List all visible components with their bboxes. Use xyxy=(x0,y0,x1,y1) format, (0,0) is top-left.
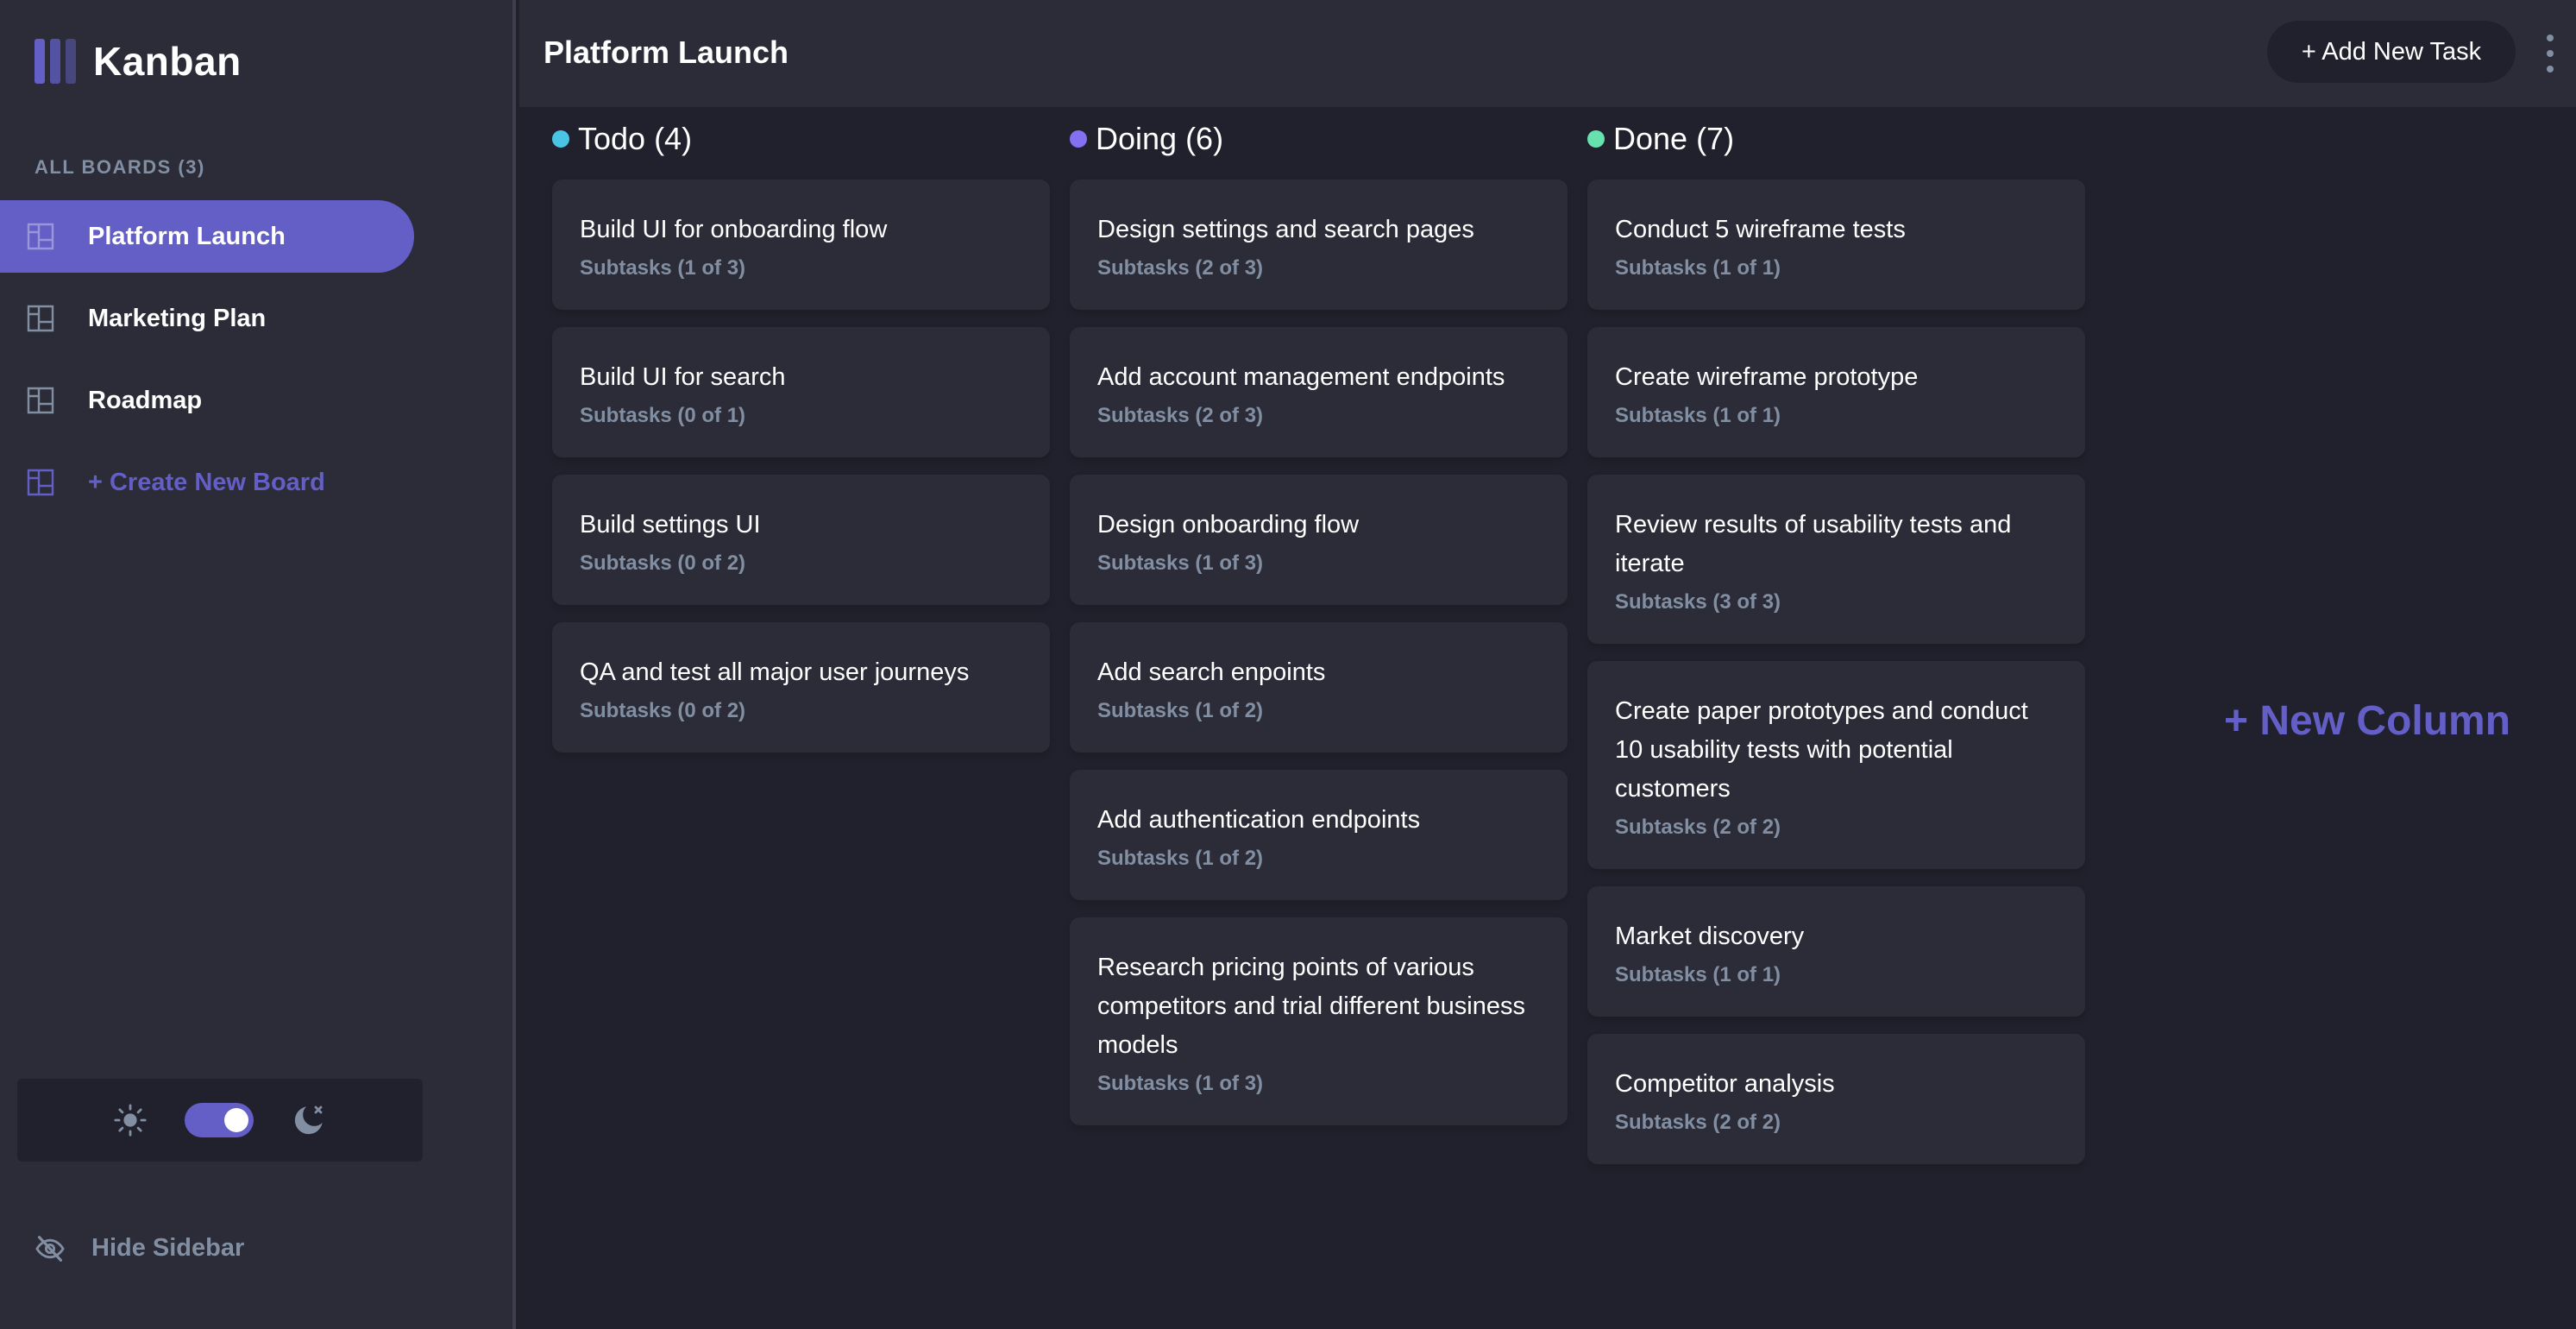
task-subtasks: Subtasks (1 of 1) xyxy=(1615,404,1781,427)
task-title: Add account management endpoints xyxy=(1097,363,1505,391)
task-title: QA and test all major user journeys xyxy=(580,658,970,686)
kanban-app: Kanban ALL BOARDS (3) Platform Launch Ma… xyxy=(0,0,2576,1329)
task-list: Conduct 5 wireframe tests Subtasks (1 of … xyxy=(1587,180,2085,1164)
task-subtasks: Subtasks (3 of 3) xyxy=(1615,590,1781,614)
board-icon xyxy=(27,387,54,414)
sun-icon xyxy=(114,1104,147,1137)
theme-toggle-panel xyxy=(17,1079,423,1162)
task-subtasks: Subtasks (2 of 2) xyxy=(1615,816,1781,839)
hide-sidebar-button[interactable]: Hide Sidebar xyxy=(35,1234,244,1263)
column-title: Todo (4) xyxy=(578,121,693,156)
task-subtasks: Subtasks (0 of 2) xyxy=(580,699,746,722)
sidebar-item-marketing-plan[interactable]: Marketing Plan xyxy=(0,282,414,355)
create-new-board-label: + Create New Board xyxy=(88,468,325,496)
task-subtasks: Subtasks (2 of 3) xyxy=(1097,256,1264,280)
create-new-board-button[interactable]: + Create New Board xyxy=(0,446,414,519)
task-title: Create wireframe prototype xyxy=(1615,363,1919,391)
task-subtasks: Subtasks (1 of 3) xyxy=(580,256,746,280)
board-icon xyxy=(27,305,54,332)
task-card[interactable]: Market discovery Subtasks (1 of 1) xyxy=(1587,886,2085,1017)
sidebar: Kanban ALL BOARDS (3) Platform Launch Ma… xyxy=(0,0,516,1329)
more-vertical-icon[interactable] xyxy=(2541,35,2559,72)
task-subtasks: Subtasks (0 of 1) xyxy=(580,404,746,427)
logo-text: Kanban xyxy=(93,39,242,84)
theme-switch-knob xyxy=(224,1108,248,1132)
all-boards-heading: ALL BOARDS (3) xyxy=(35,156,205,178)
column-title: Doing (6) xyxy=(1096,121,1224,156)
logo-icon xyxy=(35,39,76,84)
hide-sidebar-label: Hide Sidebar xyxy=(91,1234,245,1262)
add-new-task-button[interactable]: + Add New Task xyxy=(2267,21,2516,83)
sidebar-item-platform-launch[interactable]: Platform Launch xyxy=(0,200,414,273)
task-title: Add authentication endpoints xyxy=(1097,806,1421,834)
task-title: Build settings UI xyxy=(580,511,761,539)
task-card[interactable]: Competitor analysis Subtasks (2 of 2) xyxy=(1587,1034,2085,1164)
task-title: Design onboarding flow xyxy=(1097,511,1360,539)
task-subtasks: Subtasks (1 of 2) xyxy=(1097,847,1264,870)
column-header: Todo (4) xyxy=(552,116,1050,162)
task-card[interactable]: Create wireframe prototype Subtasks (1 of… xyxy=(1587,327,2085,457)
hide-eye-icon xyxy=(35,1235,65,1262)
task-card[interactable]: Add search enpoints Subtasks (1 of 2) xyxy=(1070,622,1568,753)
new-column-button[interactable]: + New Column xyxy=(2224,697,2510,745)
task-card[interactable]: Build settings UI Subtasks (0 of 2) xyxy=(552,475,1050,605)
sidebar-item-label: Roadmap xyxy=(88,386,203,414)
board-list: Platform Launch Marketing Plan Roadmap +… xyxy=(0,200,414,528)
sidebar-item-label: Marketing Plan xyxy=(88,304,267,332)
task-subtasks: Subtasks (1 of 2) xyxy=(1097,699,1264,722)
task-card[interactable]: Review results of usability tests and it… xyxy=(1587,475,2085,644)
task-subtasks: Subtasks (1 of 3) xyxy=(1097,551,1264,575)
task-card[interactable]: Add account management endpoints Subtasks… xyxy=(1070,327,1568,457)
task-title: Create paper prototypes and conduct 10 u… xyxy=(1615,697,2028,803)
task-card[interactable]: QA and test all major user journeys Subta… xyxy=(552,622,1050,753)
task-card[interactable]: Conduct 5 wireframe tests Subtasks (1 of … xyxy=(1587,180,2085,310)
task-title: Build UI for onboarding flow xyxy=(580,216,888,243)
board-icon xyxy=(27,469,54,496)
task-title: Design settings and search pages xyxy=(1097,216,1474,243)
task-title: Build UI for search xyxy=(580,363,786,391)
task-card[interactable]: Research pricing points of various compe… xyxy=(1070,917,1568,1125)
task-list: Design settings and search pages Subtasks… xyxy=(1070,180,1568,1125)
column-header: Done (7) xyxy=(1587,116,2085,162)
task-subtasks: Subtasks (2 of 3) xyxy=(1097,404,1264,427)
theme-switch[interactable] xyxy=(185,1103,254,1137)
sidebar-item-label: Platform Launch xyxy=(88,222,286,250)
task-title: Add search enpoints xyxy=(1097,658,1326,686)
task-card[interactable]: Add authentication endpoints Subtasks (1 … xyxy=(1070,770,1568,900)
task-card[interactable]: Design onboarding flow Subtasks (1 of 3) xyxy=(1070,475,1568,605)
top-bar: Platform Launch + Add New Task xyxy=(519,0,2576,107)
task-title: Review results of usability tests and it… xyxy=(1615,511,2012,577)
task-card[interactable]: Create paper prototypes and conduct 10 u… xyxy=(1587,661,2085,869)
task-title: Competitor analysis xyxy=(1615,1070,1835,1098)
board-icon xyxy=(27,223,54,250)
task-subtasks: Subtasks (0 of 2) xyxy=(580,551,746,575)
logo: Kanban xyxy=(35,38,242,85)
column-color-dot xyxy=(1070,130,1087,148)
task-title: Research pricing points of various compe… xyxy=(1097,954,1525,1059)
task-card[interactable]: Design settings and search pages Subtasks… xyxy=(1070,180,1568,310)
task-card[interactable]: Build UI for search Subtasks (0 of 1) xyxy=(552,327,1050,457)
column-header: Doing (6) xyxy=(1070,116,1568,162)
task-subtasks: Subtasks (1 of 1) xyxy=(1615,256,1781,280)
task-card[interactable]: Build UI for onboarding flow Subtasks (1 … xyxy=(552,180,1050,310)
sidebar-item-roadmap[interactable]: Roadmap xyxy=(0,364,414,437)
column-title: Done (7) xyxy=(1613,121,1735,156)
task-title: Conduct 5 wireframe tests xyxy=(1615,216,1906,243)
column-done: Done (7) Conduct 5 wireframe tests Subtas… xyxy=(1587,116,2085,1181)
task-subtasks: Subtasks (1 of 1) xyxy=(1615,963,1781,986)
task-list: Build UI for onboarding flow Subtasks (1 … xyxy=(552,180,1050,753)
column-todo: Todo (4) Build UI for onboarding flow Sub… xyxy=(552,116,1050,770)
column-color-dot xyxy=(1587,130,1605,148)
task-title: Market discovery xyxy=(1615,923,1805,950)
column-color-dot xyxy=(552,130,569,148)
column-doing: Doing (6) Design settings and search pag… xyxy=(1070,116,1568,1143)
task-subtasks: Subtasks (2 of 2) xyxy=(1615,1111,1781,1134)
page-title: Platform Launch xyxy=(543,35,789,70)
task-subtasks: Subtasks (1 of 3) xyxy=(1097,1072,1264,1095)
moon-icon xyxy=(294,1105,323,1135)
